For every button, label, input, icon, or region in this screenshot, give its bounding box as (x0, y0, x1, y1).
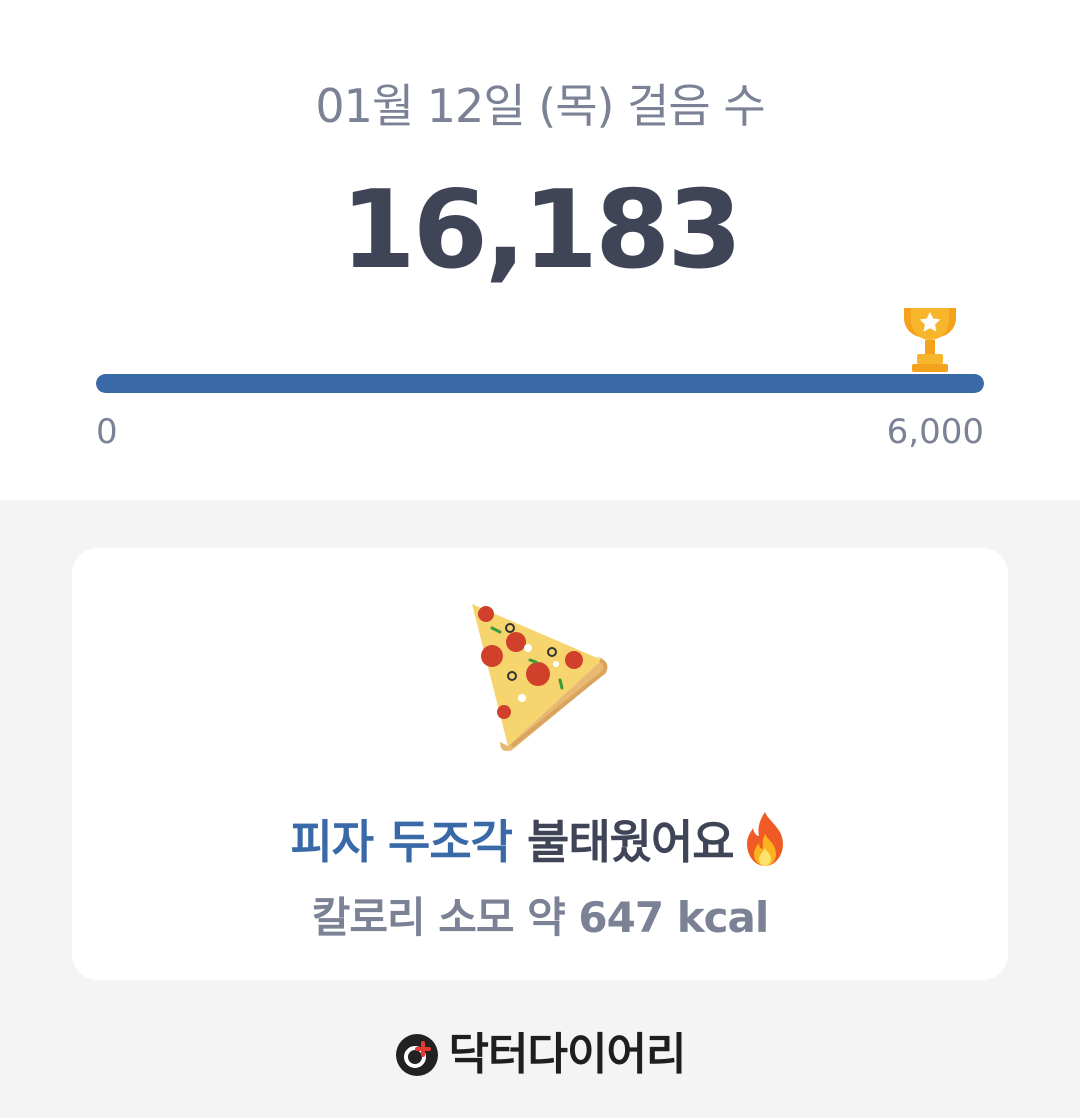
fire-icon (746, 812, 783, 866)
pizza-icon (472, 604, 608, 751)
burn-text: 불태웠어요 (512, 815, 735, 869)
calorie-text: 칼로리 소모 약 647 kcal (311, 893, 770, 942)
trophy-icon (904, 308, 956, 372)
step-progress-fill (96, 374, 984, 393)
brand-footer: 닥터다이어리 (0, 1018, 1080, 1082)
step-progress-bar (96, 374, 984, 393)
burn-headline: 피자 두조각 불태웠어요 (72, 806, 1008, 872)
step-count: 16,183 (340, 168, 743, 293)
doctor-diary-logo-icon (395, 1034, 438, 1076)
calorie-card: 피자 두조각 불태웠어요 칼로리 소모 약 647 kcal (72, 548, 1008, 980)
progress-scale-min: 0 (96, 412, 118, 452)
brand-name: 닥터다이어리 (448, 1029, 687, 1080)
progress-scale-max: 6,000 (886, 412, 984, 452)
date-title: 01월 12일 (목) 걸음 수 (315, 79, 765, 133)
steps-summary: 01월 12일 (목) 걸음 수 16,183 0 6,000 (0, 0, 1080, 500)
food-amount-text: 피자 두조각 (290, 815, 513, 869)
